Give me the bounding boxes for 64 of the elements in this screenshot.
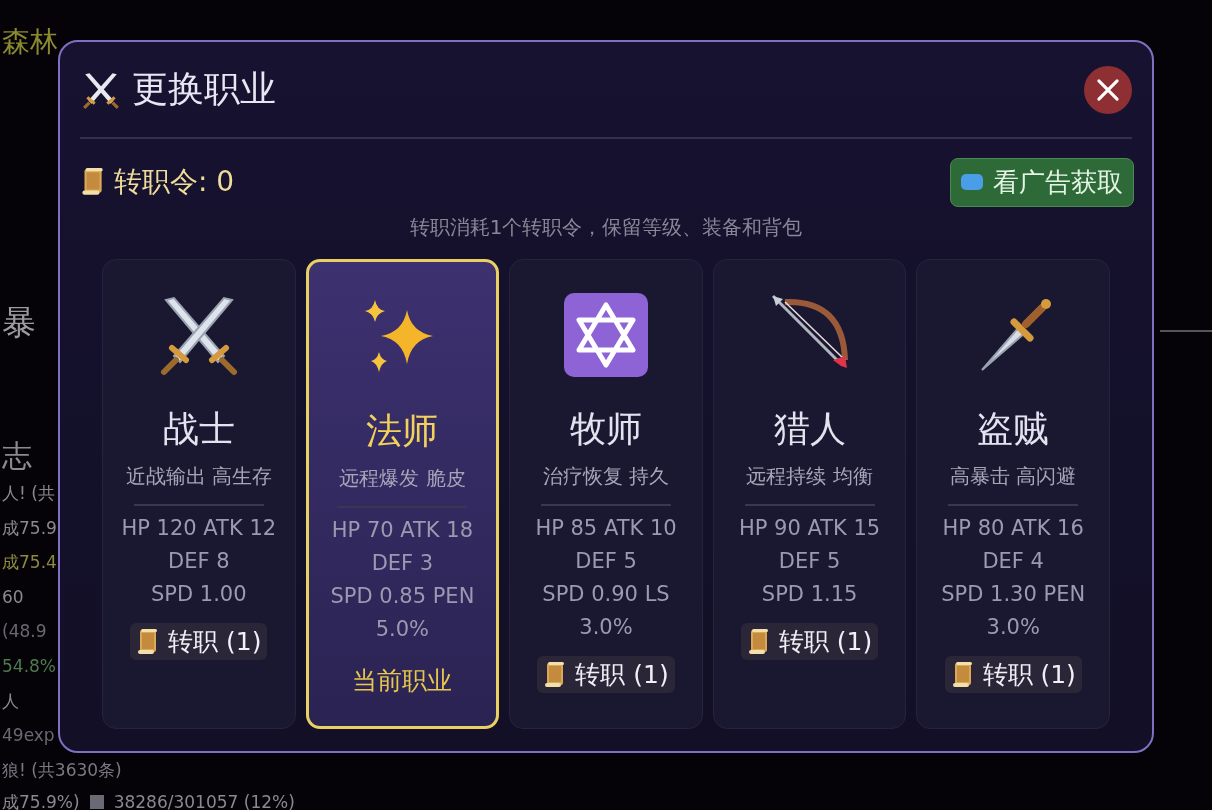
class-card[interactable]: 牧师 治疗恢复 持久 HP 85 ATK 10 DEF 5 SPD 0.90 LS 3.0% 转职 (1) bbox=[509, 259, 703, 729]
stat-line: SPD 0.90 LS bbox=[542, 581, 670, 608]
scroll-icon bbox=[543, 660, 566, 689]
class-name: 战士 bbox=[162, 407, 235, 451]
log-line: 成75.9 bbox=[2, 516, 57, 540]
section-heading: 暴 bbox=[2, 301, 36, 344]
experience-readout: 38286/301057 (12%) bbox=[113, 791, 295, 810]
stat-line: DEF 4 bbox=[982, 548, 1044, 575]
class-card[interactable]: 法师 远程爆发 脆皮 HP 70 ATK 18 DEF 3 SPD 0.85 PEN 5.0% 当前职业 bbox=[305, 259, 500, 729]
class-traits: 远程持续 均衡 bbox=[746, 463, 873, 490]
stat-line: SPD 1.30 PEN bbox=[941, 581, 1086, 608]
stat-line: DEF 5 bbox=[778, 548, 841, 575]
log-line: 人! (共 bbox=[2, 482, 55, 505]
change-class-button[interactable]: 转职 (1) bbox=[130, 623, 268, 660]
log-line: 54.8% bbox=[2, 654, 56, 678]
close-icon bbox=[1095, 76, 1121, 103]
change-class-button[interactable]: 转职 (1) bbox=[944, 656, 1082, 693]
dialog-title: 更换职业 bbox=[132, 67, 277, 111]
stat-line: HP 85 ATK 10 bbox=[535, 515, 677, 542]
log-line: 49exp bbox=[2, 724, 55, 748]
token-count: 转职令: 0 bbox=[114, 164, 235, 200]
log-title: 志 bbox=[2, 437, 32, 475]
info-text: 转职消耗1个转职令，保留等级、装备和背包 bbox=[408, 214, 804, 241]
scroll-icon bbox=[136, 627, 159, 656]
class-name: 牧师 bbox=[570, 407, 642, 451]
stat-line: 5.0% bbox=[375, 616, 430, 643]
scroll-icon bbox=[746, 627, 769, 656]
log-line: 60 bbox=[2, 585, 24, 609]
log-line: 成75.4 bbox=[2, 551, 57, 575]
change-class-button[interactable]: 转职 (1) bbox=[740, 623, 879, 660]
stat-line: HP 80 ATK 16 bbox=[942, 515, 1084, 542]
class-name: 猎人 bbox=[773, 407, 846, 451]
change-class-button[interactable]: 转职 (1) bbox=[537, 656, 675, 693]
class-traits: 治疗恢复 持久 bbox=[542, 463, 670, 490]
class-traits: 远程爆发 脆皮 bbox=[339, 465, 466, 492]
current-class-label: 当前职业 bbox=[352, 665, 453, 697]
stat-line: 3.0% bbox=[579, 614, 633, 641]
stat-line: 3.0% bbox=[986, 614, 1040, 641]
stat-line: SPD 1.00 bbox=[151, 581, 247, 608]
stat-line: HP 120 ATK 12 bbox=[121, 515, 277, 542]
log-line: 人 bbox=[2, 689, 19, 713]
class-name: 盗贼 bbox=[977, 407, 1050, 451]
class-card[interactable]: 猎人 远程持续 均衡 HP 90 ATK 15 DEF 5 SPD 1.15 转职 (1) bbox=[712, 259, 907, 729]
class-name: 法师 bbox=[366, 409, 439, 453]
stat-line: DEF 3 bbox=[371, 550, 434, 577]
log-line: 狼! (共3630条) bbox=[2, 758, 122, 782]
stat-line: HP 70 ATK 18 bbox=[331, 517, 474, 544]
area-title: 森林 bbox=[2, 24, 58, 60]
class-card[interactable]: 战士 近战输出 高生存 HP 120 ATK 12 DEF 8 SPD 1.00 转职 (1) bbox=[102, 259, 296, 729]
stat-line: DEF 5 bbox=[575, 548, 637, 575]
hexagram-icon bbox=[561, 290, 651, 380]
close-button[interactable] bbox=[1084, 65, 1132, 114]
class-card[interactable]: 盗贼 高暴击 高闪避 HP 80 ATK 16 DEF 4 SPD 1.30 PEN 3.0% 转职 (1) bbox=[916, 259, 1110, 729]
scroll-icon bbox=[950, 660, 973, 689]
stat-line: SPD 0.85 PEN bbox=[330, 583, 475, 610]
stat-line: DEF 8 bbox=[168, 548, 230, 575]
class-traits: 近战输出 高生存 bbox=[125, 463, 272, 490]
log-line: (48.9 bbox=[2, 620, 47, 644]
scroll-icon bbox=[80, 167, 104, 197]
watch-ad-button[interactable]: 看广告获取 bbox=[950, 157, 1134, 207]
stat-line: SPD 1.15 bbox=[761, 581, 858, 608]
class-traits: 高暴击 高闪避 bbox=[950, 463, 1077, 490]
log-line: 成75.9%) bbox=[2, 791, 80, 810]
stat-line: HP 90 ATK 15 bbox=[738, 515, 881, 542]
